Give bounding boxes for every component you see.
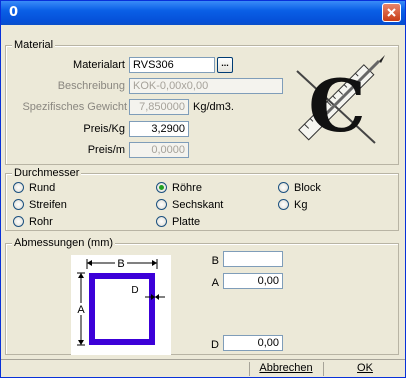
radio-kg-label: Kg: [294, 199, 308, 211]
preis-kg-label: Preis/Kg: [83, 123, 125, 135]
radio-roehre-dot: [156, 182, 167, 193]
d-label: D: [211, 339, 219, 351]
materialart-field[interactable]: RVS306: [129, 57, 215, 73]
materialart-browse-button[interactable]: ...: [217, 57, 233, 73]
material-legend: Material: [12, 39, 56, 51]
status-bar: Abbrechen OK: [1, 359, 405, 377]
status-separator-1: [249, 362, 250, 376]
gewicht-unit: Kg/dm3.: [193, 101, 234, 113]
radio-streifen-dot: [13, 199, 24, 210]
gewicht-field[interactable]: 7,850000: [129, 99, 189, 115]
radio-roehre-label: Röhre: [172, 182, 202, 194]
radio-streifen-label: Streifen: [29, 199, 67, 211]
status-separator-2: [323, 362, 324, 376]
diagram-d-label: D: [131, 285, 138, 296]
dialog-window: 0 Material Materialart RVS306 ... Beschr…: [0, 0, 406, 378]
title-bar[interactable]: 0: [1, 1, 405, 25]
diagram-a-label: A: [77, 304, 85, 316]
ok-label: OK: [357, 362, 373, 374]
close-icon: [387, 8, 396, 17]
diagram-b-label: B: [117, 258, 124, 270]
beschreibung-label: Beschreibung: [57, 80, 125, 92]
radio-rohr-label: Rohr: [29, 216, 53, 228]
b-label: B: [211, 255, 219, 267]
radio-block-dot: [278, 182, 289, 193]
close-button[interactable]: [382, 3, 401, 22]
radio-sechskant-dot: [156, 199, 167, 210]
logo-letter: C: [308, 63, 365, 148]
ok-button[interactable]: OK: [327, 360, 403, 377]
materialart-label: Materialart: [73, 59, 125, 71]
radio-platte-dot: [156, 216, 167, 227]
b-field[interactable]: [223, 251, 283, 267]
preis-m-label: Preis/m: [87, 144, 125, 156]
preis-m-field[interactable]: 0,0000: [129, 142, 189, 158]
radio-block-label: Block: [294, 182, 321, 194]
radio-kg-dot: [278, 199, 289, 210]
radio-sechskant-label: Sechskant: [172, 199, 224, 211]
radio-platte-label: Platte: [172, 216, 201, 228]
a-label: A: [211, 277, 219, 289]
gewicht-label: Spezifisches Gewicht: [22, 101, 127, 113]
d-field[interactable]: 0,00: [223, 335, 283, 351]
radio-rund-dot: [13, 182, 24, 193]
dimension-diagram: B A D: [71, 255, 171, 355]
preis-kg-field[interactable]: 3,2900: [129, 121, 189, 137]
abbrechen-button[interactable]: Abbrechen: [253, 360, 319, 377]
abmessungen-group: Abmessungen (mm): [5, 237, 399, 355]
durchmesser-legend: Durchmesser: [12, 167, 82, 179]
abbrechen-label: Abbrechen: [259, 362, 313, 374]
abmessungen-legend: Abmessungen (mm): [12, 237, 116, 249]
logo-icon: C: [296, 55, 385, 148]
radio-rund-label: Rund: [29, 182, 56, 194]
radio-rohr-dot: [13, 216, 24, 227]
beschreibung-field[interactable]: KOK-0,00x0,00: [129, 78, 283, 94]
window-title: 0: [9, 5, 19, 20]
a-field[interactable]: 0,00: [223, 273, 283, 289]
